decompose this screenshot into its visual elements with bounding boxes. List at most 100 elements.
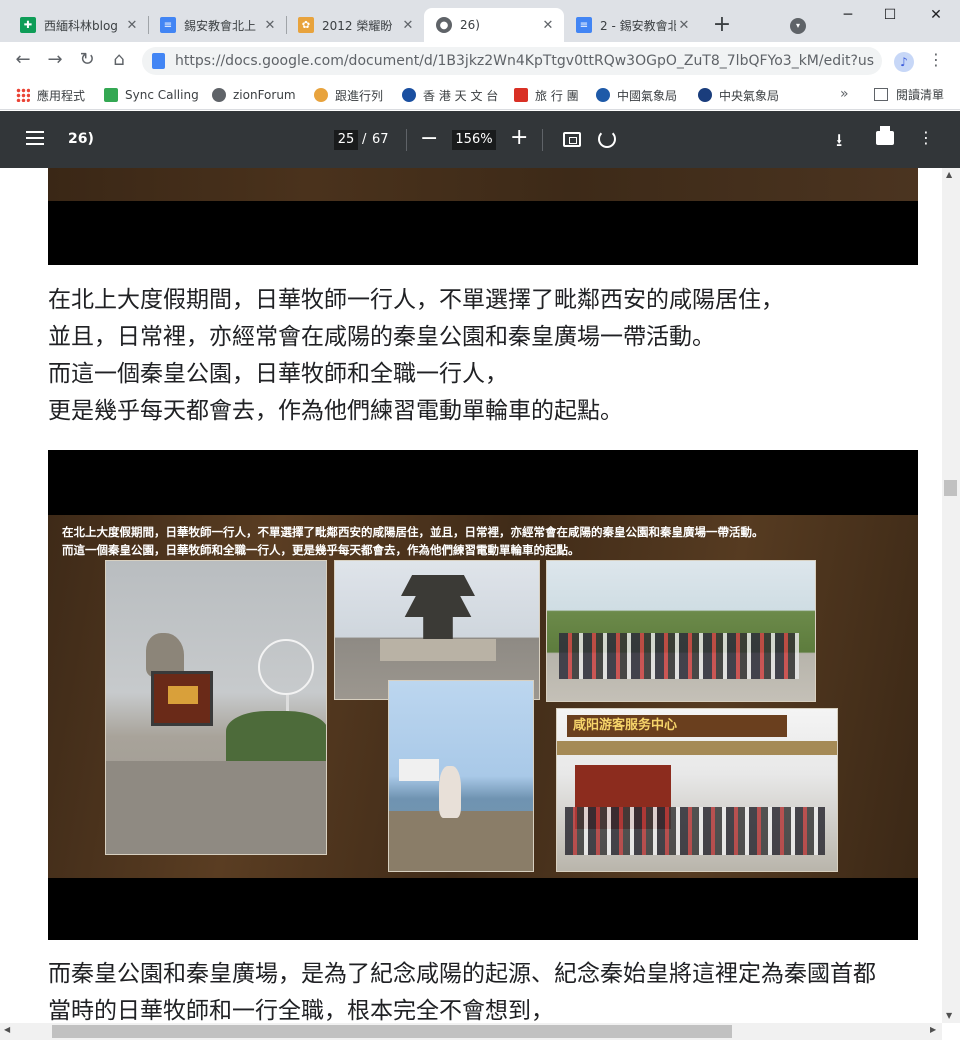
slide-caption: 在北上大度假期間，日華牧師一行人，不單選擇了毗鄰西安的咸陽居住，並且，日常裡，亦… bbox=[62, 525, 764, 539]
text-line: 更是幾乎每天都會去，作為他們練習電動單輪車的起點。 bbox=[48, 398, 623, 424]
tour-icon bbox=[514, 88, 528, 102]
fit-page-icon[interactable] bbox=[563, 132, 581, 147]
zoom-in-button[interactable]: + bbox=[510, 125, 528, 150]
bookmark-follow-up[interactable]: 跟進行列 bbox=[314, 86, 383, 104]
bookmark-label: 中央氣象局 bbox=[719, 88, 780, 103]
text-line: 並且，日常裡，亦經常會在咸陽的秦皇公園和秦皇廣場一帶活動。 bbox=[48, 324, 715, 350]
new-tab-button[interactable]: + bbox=[710, 14, 734, 38]
roof bbox=[557, 741, 837, 755]
scroll-thumb[interactable] bbox=[52, 1025, 732, 1038]
previous-slide-image bbox=[48, 168, 918, 265]
scroll-right-arrow[interactable]: ▶ bbox=[930, 1025, 936, 1034]
pdf-title: 26) bbox=[68, 131, 94, 147]
group-people bbox=[559, 633, 799, 679]
tab-docs-2[interactable]: ≡ 2 - 錫安教會北 ✕ bbox=[564, 8, 700, 42]
close-icon[interactable]: ✕ bbox=[124, 18, 140, 33]
tab-blog[interactable]: ✚ 西緬科林blog ✕ bbox=[8, 8, 148, 42]
address-bar[interactable]: https://docs.google.com/document/d/1B3jk… bbox=[142, 47, 882, 75]
reload-button[interactable]: ↻ bbox=[76, 50, 98, 72]
sheets-icon: ✚ bbox=[20, 17, 36, 33]
horizontal-scrollbar[interactable]: ◀ ▶ bbox=[0, 1023, 942, 1040]
tab-label: 西緬科林blog bbox=[44, 18, 118, 33]
photo-pavilion bbox=[334, 560, 540, 700]
close-window-button[interactable]: ✕ bbox=[916, 4, 956, 28]
text-line: 在北上大度假期間，日華牧師一行人，不單選擇了毗鄰西安的咸陽居住， bbox=[48, 287, 784, 313]
bookmark-tour[interactable]: 旅 行 團 bbox=[514, 86, 579, 104]
bookmark-label: 旅 行 團 bbox=[535, 88, 579, 103]
flower-icon bbox=[314, 88, 328, 102]
zoom-level-input[interactable]: 156% bbox=[452, 130, 496, 150]
globe-icon bbox=[212, 88, 226, 102]
page-number-input[interactable]: 25 bbox=[334, 130, 358, 150]
tab-glory[interactable]: ✿ 2012 榮耀盼 ✕ bbox=[286, 8, 424, 42]
divider bbox=[406, 129, 407, 151]
scroll-left-arrow[interactable]: ◀ bbox=[4, 1025, 10, 1034]
vertical-scrollbar[interactable]: ▲ ▼ bbox=[942, 168, 960, 1023]
bookmark-label: Sync Calling bbox=[125, 88, 199, 102]
bookmark-sync-calling[interactable]: Sync Calling bbox=[104, 86, 199, 104]
tab-strip: ✚ 西緬科林blog ✕ ≡ 錫安教會北上 ✕ ✿ 2012 榮耀盼 ✕ ● 2… bbox=[0, 0, 960, 42]
close-icon[interactable]: ✕ bbox=[400, 18, 416, 33]
docs-icon: ≡ bbox=[160, 17, 176, 33]
forward-button[interactable]: → bbox=[44, 50, 66, 72]
bookmarks-overflow-button[interactable]: » bbox=[840, 86, 849, 102]
bookmark-cwb[interactable]: 中央氣象局 bbox=[698, 86, 779, 104]
bookmark-hko[interactable]: 香 港 天 文 台 bbox=[402, 86, 498, 104]
maximize-button[interactable]: ☐ bbox=[870, 4, 910, 28]
sync-calling-icon bbox=[104, 88, 118, 102]
more-options-icon[interactable]: ⋮ bbox=[918, 128, 934, 147]
browser-menu-button[interactable]: ⋮ bbox=[928, 50, 944, 69]
divider bbox=[542, 129, 543, 151]
bookmark-apps[interactable]: 應用程式 bbox=[16, 86, 85, 104]
print-icon[interactable] bbox=[876, 126, 894, 145]
scroll-down-arrow[interactable]: ▼ bbox=[946, 1011, 952, 1020]
profile-avatar[interactable]: ♪ bbox=[894, 52, 914, 72]
photo-square-ferris-wheel bbox=[105, 560, 327, 855]
bookmark-label: zionForum bbox=[233, 88, 296, 102]
bookmark-cma[interactable]: 中國氣象局 bbox=[596, 86, 677, 104]
minimize-button[interactable]: ─ bbox=[828, 4, 868, 28]
photo-visitor-center: 咸阳游客服务中心 bbox=[556, 708, 838, 872]
slide-image: 在北上大度假期間，日華牧師一行人，不單選擇了毗鄰西安的咸陽居住，並且，日常裡，亦… bbox=[48, 450, 918, 940]
tab-docs-1[interactable]: ≡ 錫安教會北上 ✕ bbox=[148, 8, 286, 42]
pavilion bbox=[401, 575, 475, 645]
rotate-icon[interactable] bbox=[598, 130, 616, 148]
reading-list-label: 閱讀清單 bbox=[896, 88, 945, 102]
close-icon[interactable]: ✕ bbox=[540, 18, 556, 33]
document-viewport[interactable]: 在北上大度假期間，日華牧師一行人，不單選擇了毗鄰西安的咸陽居住， 並且，日常裡，… bbox=[0, 168, 960, 1040]
ferris-wheel bbox=[258, 639, 314, 760]
scroll-up-arrow[interactable]: ▲ bbox=[946, 170, 952, 179]
bookmark-zionforum[interactable]: zionForum bbox=[212, 86, 296, 104]
tab-label: 26) bbox=[460, 18, 480, 32]
plaza-ground bbox=[106, 761, 326, 854]
wood-background bbox=[48, 168, 918, 201]
bookmark-label: 跟進行列 bbox=[335, 88, 384, 103]
home-button[interactable]: ⌂ bbox=[108, 50, 130, 72]
page-total: 67 bbox=[372, 132, 389, 147]
back-button[interactable]: ← bbox=[12, 50, 34, 72]
tab-search-icon[interactable]: ▾ bbox=[790, 18, 806, 34]
paragraph-intro: 在北上大度假期間，日華牧師一行人，不單選擇了毗鄰西安的咸陽居住， 並且，日常裡，… bbox=[48, 282, 784, 430]
mascot-figure bbox=[439, 766, 461, 818]
group-people bbox=[565, 807, 825, 855]
bookmark-label: 應用程式 bbox=[37, 88, 86, 103]
reading-list-icon bbox=[874, 88, 888, 101]
tab-label: 2 - 錫安教會北 bbox=[600, 18, 676, 33]
pavilion-base bbox=[380, 639, 496, 661]
menu-icon[interactable] bbox=[26, 131, 44, 145]
billboard bbox=[151, 671, 213, 726]
close-icon[interactable]: ✕ bbox=[676, 18, 692, 33]
scroll-thumb[interactable] bbox=[944, 480, 957, 496]
tab-label: 2012 榮耀盼 bbox=[322, 18, 393, 33]
photo-lake-mascot bbox=[388, 680, 534, 872]
tab-active-26[interactable]: ● 26) ✕ bbox=[424, 8, 564, 42]
reading-list-button[interactable]: 閱讀清單 bbox=[874, 86, 944, 103]
observatory-icon bbox=[402, 88, 416, 102]
close-icon[interactable]: ✕ bbox=[262, 18, 278, 33]
apps-grid-icon bbox=[16, 88, 30, 102]
text-line: 而秦皇公園和秦皇廣場，是為了紀念咸陽的起源、紀念秦始皇將這裡定為秦國首都 bbox=[48, 961, 876, 987]
url-text[interactable]: https://docs.google.com/document/d/1B3jk… bbox=[175, 53, 875, 69]
download-icon[interactable]: ⭳ bbox=[836, 128, 842, 158]
zoom-out-button[interactable]: − bbox=[420, 126, 438, 151]
globe-icon: ● bbox=[436, 17, 452, 33]
